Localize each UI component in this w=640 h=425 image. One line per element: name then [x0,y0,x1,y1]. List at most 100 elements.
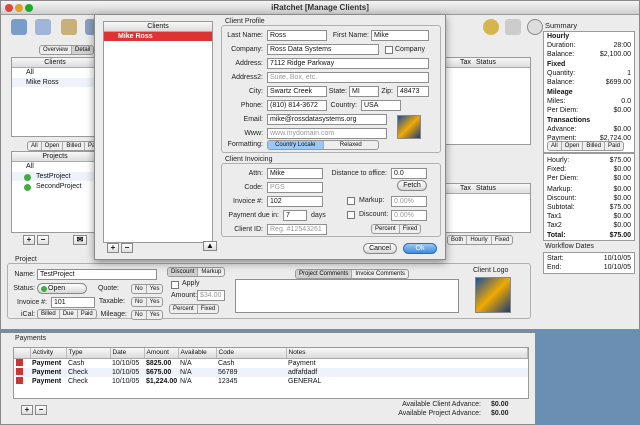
amount-field[interactable]: $34.00 [197,290,225,301]
list-item-selected[interactable]: Mike Ross [104,32,212,41]
city-field[interactable]: Swartz Creek [267,86,327,97]
tab-invoice-comments[interactable]: Invoice Comments [352,270,408,278]
payment-due-field[interactable]: 7 [283,210,307,221]
address-field[interactable]: 7112 Ridge Parkway [267,58,429,69]
client-invoice-field[interactable]: 102 [267,196,323,207]
address2-field[interactable]: Suite, Box, etc. [267,72,429,83]
list-item[interactable]: All [12,68,98,77]
workflow-row: Start: 10/10/05 [547,254,633,263]
address-book-button[interactable]: ▲ [203,241,217,251]
sfilter-open[interactable]: Open [562,142,584,150]
total-value: $75.00 [609,232,631,239]
discount-checkbox[interactable] [347,211,355,219]
filter-fixed[interactable]: Fixed [492,236,513,244]
zip-field[interactable]: 48473 [397,86,429,97]
minimize-window-button[interactable] [15,4,23,12]
list-item[interactable]: All [12,162,98,171]
total-row: Subtotal: $75.00 [547,203,633,212]
add-client-button[interactable]: + [107,243,119,253]
code-field[interactable]: PGS [267,182,323,193]
quote-yes[interactable]: Yes [147,285,163,293]
ical-billed[interactable]: Billed [38,310,60,318]
col-header: Available [178,348,217,359]
remove-payment-button[interactable]: − [35,405,47,415]
invoice-field[interactable]: 101 [51,297,95,308]
quote-no[interactable]: No [132,285,147,293]
tab-markup[interactable]: Markup [198,268,224,276]
remove-client-button[interactable]: − [121,243,133,253]
key-icon[interactable] [61,19,77,35]
taxable-yes[interactable]: Yes [147,298,163,306]
state-field[interactable]: MI [349,86,379,97]
filter-billed[interactable]: Billed [63,142,86,150]
client-id-field[interactable]: Reg. #12543261 [267,224,327,235]
phone-field[interactable]: (810) 814-3672 [267,100,327,111]
table-row[interactable]: Payment Check 10/10/05 $1,224.00 N/A 123… [14,376,528,386]
sfilter-billed[interactable]: Billed [583,142,606,150]
apply-checkbox[interactable] [171,281,179,289]
distance-field[interactable]: 0.0 [391,168,427,179]
list-item-label: TestProject [36,173,71,180]
first-name-field[interactable]: Mike [371,30,429,41]
list-item[interactable]: Mike Ross [12,78,98,87]
summary-filter: All Open Billed Paid [547,141,625,151]
company-field[interactable]: Ross Data Systems [267,44,379,55]
mail-button[interactable]: ✉ [73,235,87,245]
tab-overview[interactable]: Overview [40,46,73,54]
table-row[interactable]: Payment Check 10/10/05 $675.00 N/A 56789… [14,367,528,377]
add-project-button[interactable]: + [23,235,35,245]
comments-area[interactable] [235,279,459,313]
add-payment-button[interactable]: + [21,405,33,415]
sfilter-paid[interactable]: Paid [605,142,623,150]
calendar-icon[interactable] [505,19,521,35]
ical-paid[interactable]: Paid [78,310,96,318]
format-relaxed[interactable]: Relaxed [324,141,379,149]
mileage-yes[interactable]: Yes [147,311,163,319]
project-name-field[interactable]: TestProject [37,269,157,280]
www-field[interactable]: www.mydomain.com [267,128,387,139]
client-photo-icon[interactable] [397,115,421,139]
attn-field[interactable]: Mike [267,168,323,179]
workflow-key: Start: [547,255,564,262]
fetch-button[interactable]: Fetch [397,180,427,191]
percent-fixed-toggle: Percent Fixed [169,304,220,314]
format-country-locale[interactable]: Country Locale [268,141,324,149]
filter-all[interactable]: All [28,142,42,150]
person-icon[interactable] [35,19,51,35]
country-field[interactable]: USA [361,100,401,111]
total-value: $0.00 [613,186,631,193]
summary-panel: Summary Hourly Duration: 28:00 Balance: $2… [541,17,637,327]
ical-due[interactable]: Due [60,310,78,318]
manage-clients-dialog: Clients Mike Ross + − ▲ Client Profile L… [94,14,446,260]
zoom-window-button[interactable] [25,4,33,12]
filter-both[interactable]: Both [448,236,468,244]
markup-checkbox[interactable] [347,197,355,205]
pf-fixed[interactable]: Fixed [198,305,219,313]
cancel-button[interactable]: Cancel [363,243,397,254]
tab-discount[interactable]: Discount [168,268,199,276]
cell: 10/10/05 [112,359,140,367]
people-icon[interactable] [11,19,27,35]
discount-field[interactable]: 0.00% [391,210,427,221]
close-window-button[interactable] [5,4,13,12]
filter-open[interactable]: Open [42,142,64,150]
total-row: Tax1 $0.00 [547,212,633,221]
sfilter-all[interactable]: All [548,142,562,150]
remove-project-button[interactable]: − [37,235,49,245]
total-key: Tax2 [547,222,562,229]
ok-button[interactable]: Ok [403,243,437,254]
filter-hourly[interactable]: Hourly [467,236,492,244]
company-checkbox[interactable] [385,46,393,54]
tab-project-comments[interactable]: Project Comments [296,270,353,278]
pf-percent[interactable]: Percent [170,305,198,313]
markup-field[interactable]: 0.00% [391,196,427,207]
email-field[interactable]: mike@rossdatasystems.org [267,114,387,125]
fixed-option[interactable]: Fixed [400,225,421,233]
mileage-no[interactable]: No [132,311,147,319]
table-row[interactable]: Payment Cash 10/10/05 $825.00 N/A Cash P… [14,358,528,368]
taxable-no[interactable]: No [132,298,147,306]
last-name-field[interactable]: Ross [267,30,327,41]
tab-detail[interactable]: Detail [72,46,94,54]
percent-option[interactable]: Percent [372,225,400,233]
coins-icon[interactable] [483,19,499,35]
